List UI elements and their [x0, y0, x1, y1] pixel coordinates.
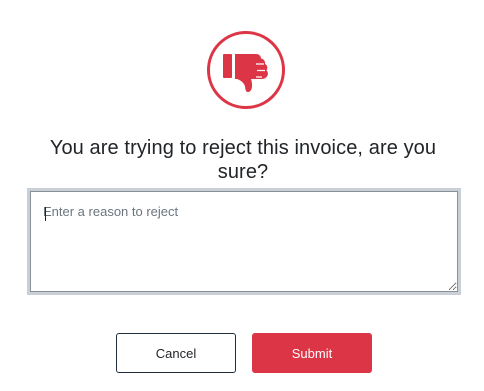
reject-invoice-dialog: You are trying to reject this invoice, a…: [0, 0, 484, 391]
reason-textarea[interactable]: [30, 191, 458, 292]
reason-field-wrapper: [27, 188, 461, 295]
text-caret: [45, 207, 46, 221]
dialog-title: You are trying to reject this invoice, a…: [49, 137, 437, 183]
thumbs-down-icon: [206, 30, 286, 110]
cancel-button[interactable]: Cancel: [116, 333, 236, 373]
submit-button[interactable]: Submit: [252, 333, 372, 373]
